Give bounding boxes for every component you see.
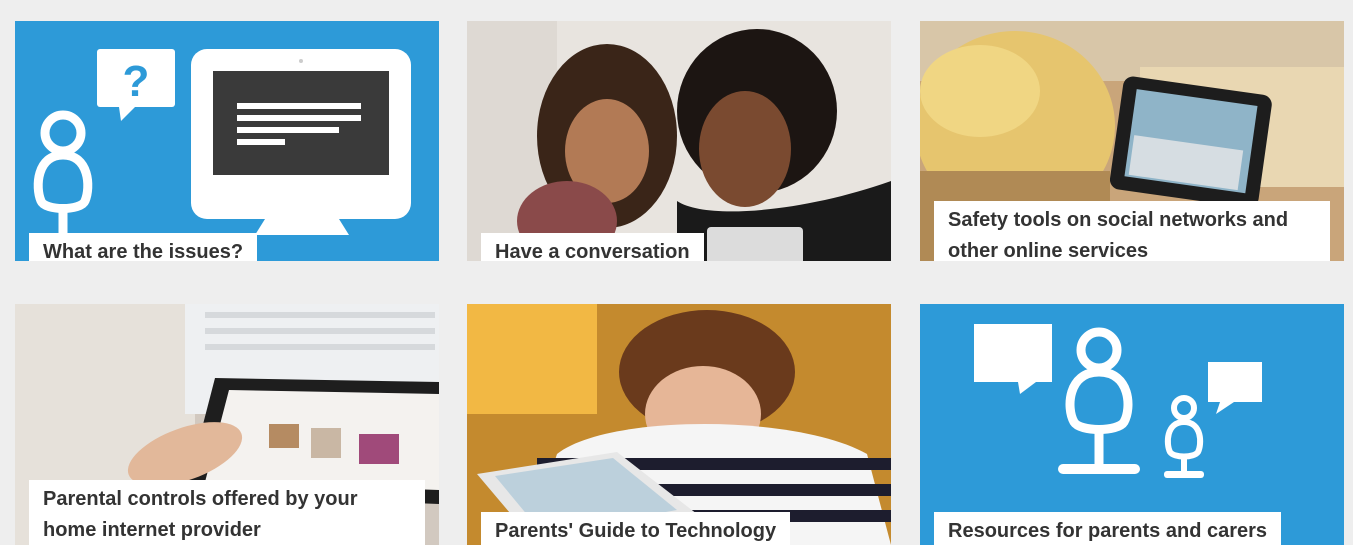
boy-with-tablet-photo <box>467 304 891 545</box>
tile-caption[interactable]: Resources for parents and carers <box>934 512 1282 545</box>
person-question-monitor-illustration: ? <box>15 21 439 261</box>
resource-tile-grid: ? What are the issues? Have a conversati… <box>0 0 1353 545</box>
svg-text:?: ? <box>123 57 150 106</box>
tile-resources-for-parents[interactable]: Resources for parents and carers <box>920 304 1344 545</box>
tile-caption[interactable]: Safety tools on social networks and othe… <box>934 201 1330 261</box>
tile-parents-guide-to-technology[interactable]: Parents' Guide to Technology <box>467 304 891 545</box>
tile-caption[interactable]: Have a conversation <box>481 233 704 261</box>
tile-parental-controls[interactable]: Parental controls offered by your home i… <box>15 304 439 545</box>
tile-have-a-conversation[interactable]: Have a conversation <box>467 21 891 261</box>
tile-safety-tools[interactable]: Safety tools on social networks and othe… <box>920 21 1344 261</box>
parent-child-speech-bubbles-illustration <box>920 304 1344 545</box>
tile-caption[interactable]: Parental controls offered by your home i… <box>29 480 425 545</box>
tile-caption[interactable]: What are the issues? <box>29 233 258 261</box>
tile-what-are-the-issues[interactable]: ? What are the issues? <box>15 21 439 261</box>
mother-daughter-laptop-photo <box>467 21 891 261</box>
tile-caption[interactable]: Parents' Guide to Technology <box>481 512 791 545</box>
